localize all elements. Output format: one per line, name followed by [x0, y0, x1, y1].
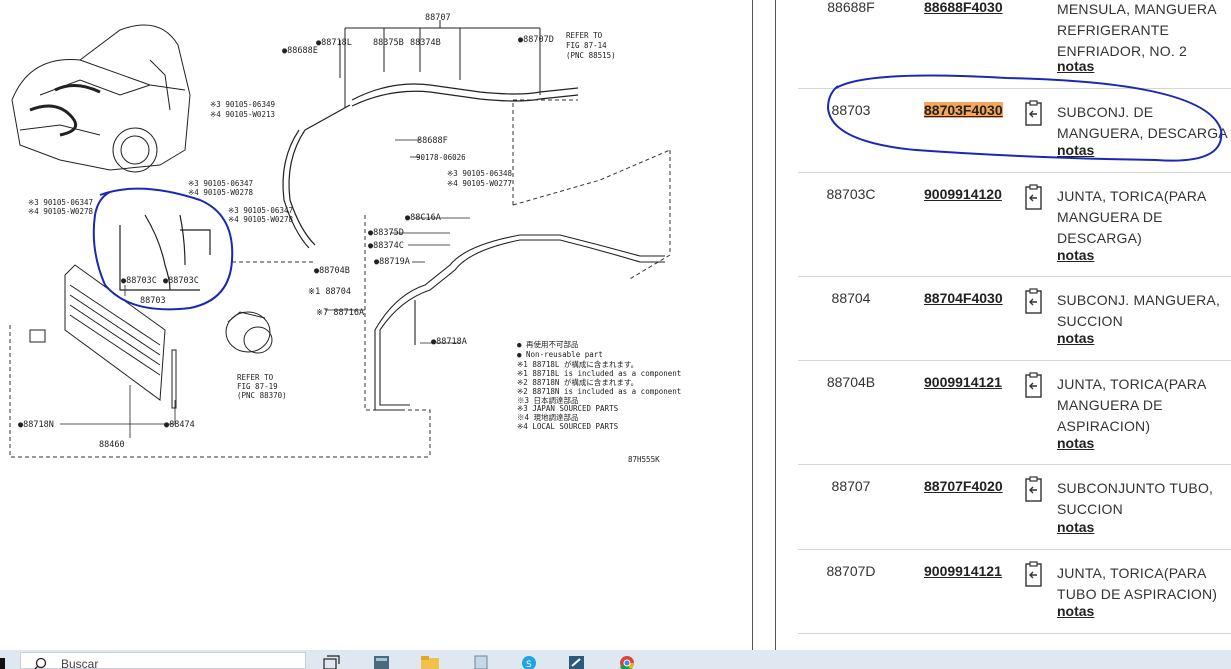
label-88707d: ●88707D [518, 35, 554, 45]
label-90105-w0278-b: ※4 90105-W0278 [28, 207, 93, 216]
part-row[interactable]: 88707 88707F4020 SUBCONJUNTO TUBO, SUCCI… [798, 465, 1231, 550]
skype-icon[interactable]: S [518, 654, 540, 669]
label-88688f: 88688F [417, 136, 448, 146]
label-88718l: ●88718L [316, 38, 352, 48]
part-row[interactable]: 88707D 9009914121 JUNTA, TORICA(PARA TUB… [798, 550, 1231, 634]
label-90105-06349: ※3 90105-06349 [210, 100, 275, 109]
label-88374b: 88374B [410, 38, 441, 48]
svg-text:※1 88718L が構成に含まれます。: ※1 88718L が構成に含まれます。 [517, 359, 638, 369]
figure-code: 87H555K [628, 455, 660, 464]
label-90105-06347-c: ※3 90105-06347 [228, 206, 293, 215]
screen: 88707 ●88688E ●88718L 88375B 88374B ●887… [0, 0, 1231, 669]
label-88716a: ※7 88716A [316, 308, 364, 318]
part-description: JUNTA, TORICA(PARA MANGUERA DE ASPIRACIO… [1057, 376, 1206, 434]
part-row[interactable]: 88704B 9009914121 JUNTA, TORICA(PARA MAN… [798, 361, 1231, 465]
label-90105-w0278-a: ※4 90105-W0278 [188, 188, 253, 197]
calculator-icon[interactable] [371, 654, 393, 669]
part-number-link[interactable]: 88707F4020 [924, 478, 1003, 494]
label-90178: 90178-06026 [416, 153, 466, 162]
refer-compressor-1: REFER TO [237, 373, 274, 382]
notes-link[interactable]: notas [1057, 519, 1094, 535]
pnc-code: 88704 [831, 290, 871, 306]
notes-link[interactable]: notas [1057, 603, 1094, 619]
label-88718n: ●88718N [18, 420, 54, 430]
label-88c16a: ●88C16A [405, 213, 441, 223]
parts-list[interactable]: 88688F 88688F4030 MENSULA, MANGUERA REFR… [775, 0, 1231, 650]
suction-tube [282, 83, 579, 249]
app-icon[interactable] [566, 654, 588, 669]
label-88704b: ●88704B [314, 266, 350, 276]
annotation-circle [92, 187, 234, 311]
car-front-illustration [11, 24, 191, 173]
add-to-cart-icon[interactable] [1023, 288, 1045, 316]
add-to-cart-icon[interactable] [1023, 372, 1045, 400]
taskbar-search-input[interactable]: Buscar [20, 652, 306, 669]
label-90105-06347-a: ※3 90105-06347 [188, 179, 253, 188]
parts-diagram[interactable]: 88707 ●88688E ●88718L 88375B 88374B ●887… [0, 0, 753, 650]
svg-text:S: S [526, 660, 532, 669]
svg-text:● 再使用不可部品: ● 再使用不可部品 [517, 339, 579, 349]
add-to-cart-icon[interactable] [1023, 476, 1045, 504]
refer-compressor-2: FIG 87-19 [237, 382, 278, 391]
svg-text:※2 88718N is included as a com: ※2 88718N is included as a component [517, 387, 681, 396]
part-description: JUNTA, TORICA(PARA TUBO DE ASPIRACION) [1057, 565, 1218, 602]
annotation-ellipse [826, 74, 1223, 162]
label-90105-06348: ※3 90105-06348 [447, 169, 512, 178]
condenser [29, 264, 177, 409]
pnc-code: 88704B [826, 374, 876, 390]
assembly-88707-leaders [339, 20, 541, 108]
chrome-icon[interactable] [616, 654, 638, 669]
diagram-legend: ● 再使用不可部品 ● Non-reusable part ※1 88718L … [517, 339, 681, 431]
svg-text:※3 JAPAN SOURCED PARTS: ※3 JAPAN SOURCED PARTS [517, 404, 619, 413]
notes-link[interactable]: notas [1057, 247, 1094, 263]
label-88703c-b: ●88703C [163, 276, 199, 286]
label-88703c-a: ●88703C [121, 276, 157, 286]
label-88707: 88707 [425, 13, 451, 23]
search-icon [34, 657, 47, 669]
svg-text:● Non-reusable part: ● Non-reusable part [517, 350, 603, 359]
refer-top-1: REFER TO [566, 31, 603, 40]
part-number-link[interactable]: 9009914121 [924, 374, 1002, 390]
label-88719a: ●88719A [374, 257, 410, 267]
label-90105-w0277: ※4 90105-W0277 [447, 179, 512, 188]
label-90105-w0213: ※4 90105-W0213 [210, 110, 275, 119]
label-90105-06347-b: ※3 90105-06347 [28, 198, 93, 207]
svg-text:※1 88718L is included as a com: ※1 88718L is included as a component [517, 369, 681, 378]
pnc-code: 88707 [831, 478, 871, 494]
part-number-link[interactable]: 88704F4030 [924, 290, 1003, 306]
label-88374c: ●88374C [368, 241, 404, 251]
file-explorer-icon[interactable] [419, 654, 441, 669]
windows-taskbar: Buscar S [0, 650, 1231, 669]
label-88718a: ●88718A [431, 337, 467, 347]
label-88688e: ●88688E [282, 46, 318, 56]
part-description: SUBCONJ. MANGUERA, SUCCION [1057, 292, 1221, 329]
label-88460: 88460 [99, 440, 125, 450]
task-view-icon[interactable] [320, 654, 342, 669]
part-description: SUBCONJUNTO TUBO, SUCCION [1057, 480, 1214, 517]
refer-top-2: FIG 87-14 [566, 41, 607, 50]
label-88474: ●88474 [164, 420, 195, 430]
svg-text:※4 LOCAL SOURCED PARTS: ※4 LOCAL SOURCED PARTS [517, 422, 619, 431]
label-88703: 88703 [140, 296, 166, 306]
label-88704: ※1 88704 [308, 287, 351, 297]
part-row[interactable]: 88704 88704F4030 SUBCONJ. MANGUERA, SUCC… [798, 277, 1231, 361]
label-90105-w0278-c: ※4 90105-W0278 [228, 215, 293, 224]
svg-text:※4 現地調達部品: ※4 現地調達部品 [517, 412, 579, 422]
notepad-icon[interactable] [470, 654, 492, 669]
parts-diagram-pane[interactable]: 88707 ●88688E ●88718L 88375B 88374B ●887… [0, 0, 753, 650]
compressor [225, 311, 273, 354]
search-placeholder: Buscar [61, 657, 99, 669]
notes-link[interactable]: notas [1057, 435, 1094, 451]
notes-link[interactable]: notas [1057, 330, 1094, 346]
pnc-code: 88707D [826, 563, 876, 579]
label-88375b: 88375B [373, 38, 404, 48]
svg-text:※2 88718N が構成に含まれます。: ※2 88718N が構成に含まれます。 [517, 377, 638, 387]
refer-compressor-3: (PNC 88370) [237, 391, 287, 400]
pane-gap [754, 0, 775, 650]
refer-top-3: (PNC 88515) [566, 51, 616, 60]
label-88375d: ●88375D [368, 228, 404, 238]
add-to-cart-icon[interactable] [1023, 561, 1045, 589]
start-icon[interactable] [0, 658, 6, 669]
part-number-link[interactable]: 9009914121 [924, 563, 1002, 579]
